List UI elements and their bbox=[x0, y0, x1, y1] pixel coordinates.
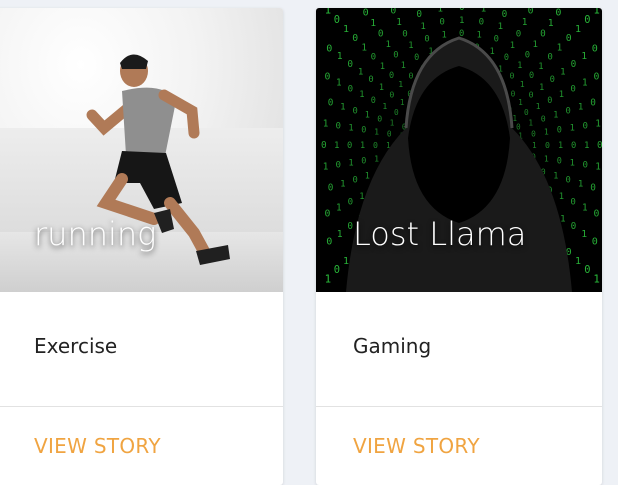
story-card-lost-llama: 0101010101010101010101010101001010101010… bbox=[316, 8, 602, 485]
card-image-title: Lost Llama bbox=[353, 215, 527, 253]
card-category: Exercise bbox=[34, 334, 118, 358]
card-image-title: running bbox=[34, 215, 157, 253]
card-divider bbox=[0, 406, 283, 407]
card-category: Gaming bbox=[353, 334, 432, 358]
card-divider bbox=[316, 406, 602, 407]
story-card-running: running Exercise VIEW STORY bbox=[0, 8, 283, 485]
view-story-button[interactable]: VIEW STORY bbox=[34, 434, 161, 458]
view-story-button[interactable]: VIEW STORY bbox=[353, 434, 480, 458]
